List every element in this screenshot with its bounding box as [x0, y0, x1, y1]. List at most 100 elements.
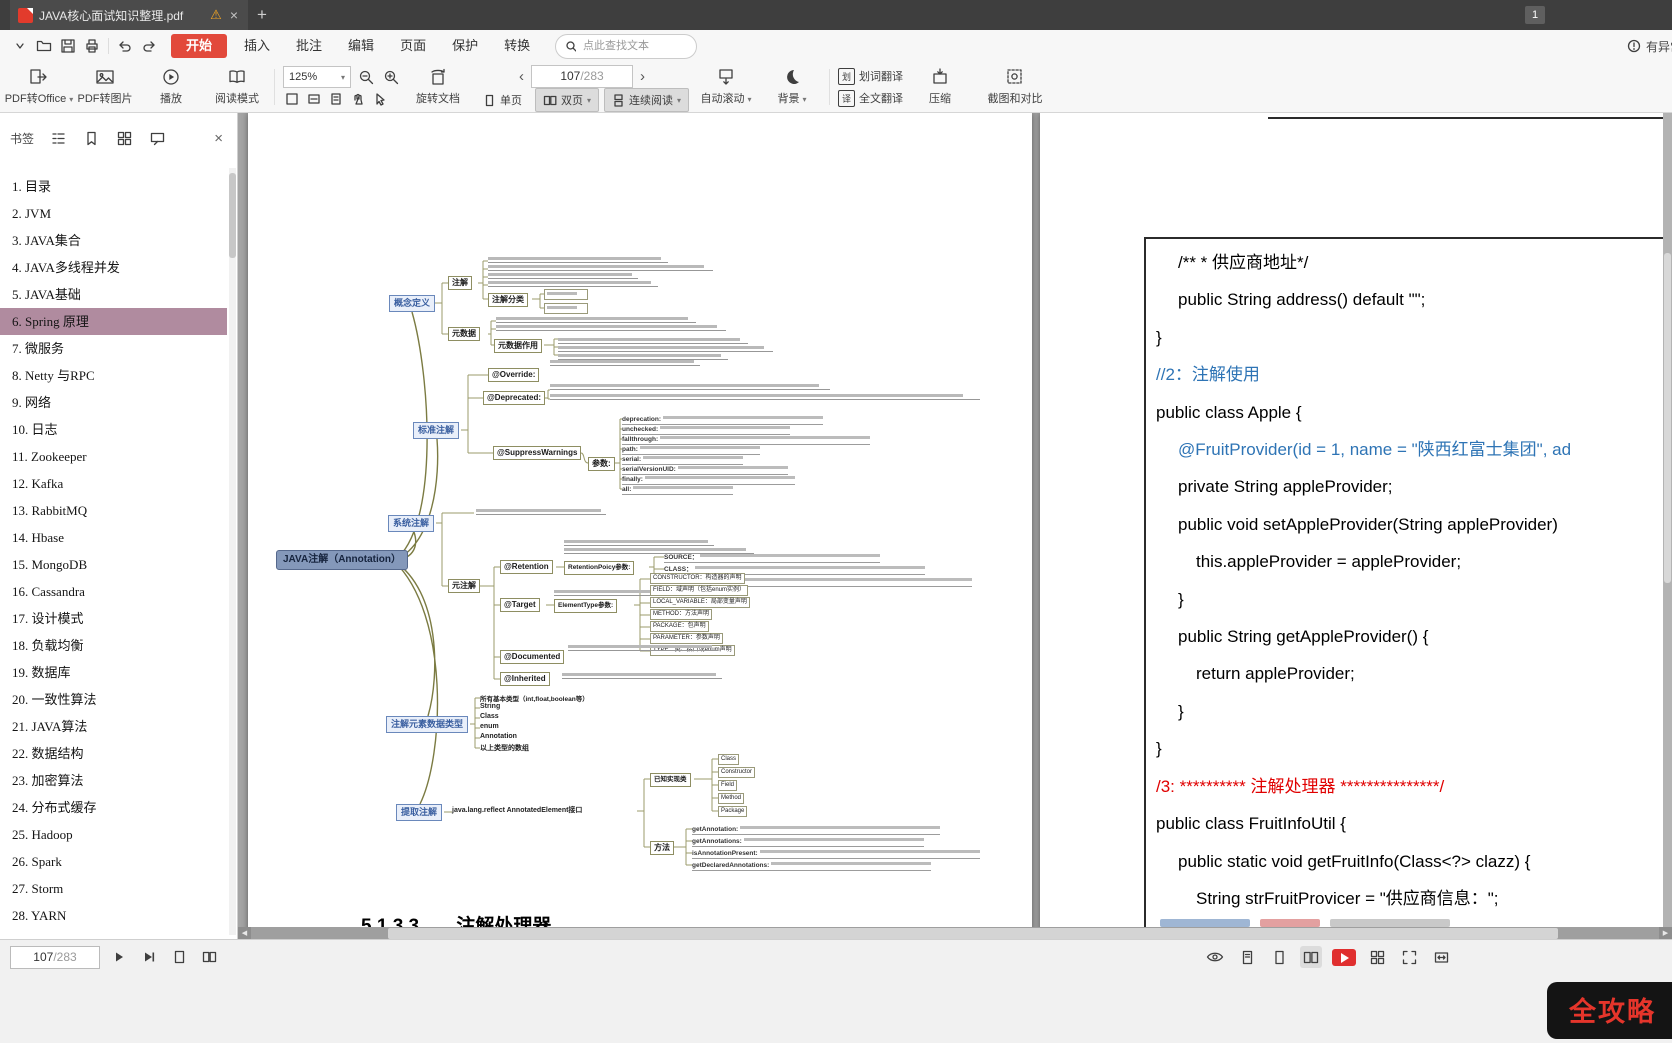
search-box[interactable] [555, 34, 697, 59]
screenshot-compare-button[interactable]: 截图和对比 [973, 62, 1057, 112]
eye-protect-icon[interactable] [1204, 946, 1226, 968]
bookmark-item[interactable]: 25. Hadoop [0, 821, 227, 848]
tab-close-icon[interactable]: × [228, 7, 240, 23]
status-page-input[interactable]: 107/283 [10, 946, 100, 969]
play-slideshow-button[interactable]: 播放 [138, 62, 204, 112]
bookmark-item[interactable]: 16. Cassandra [0, 578, 227, 605]
open-folder-icon[interactable] [32, 34, 56, 58]
full-translate-button[interactable]: 译全文翻译 [838, 88, 903, 108]
bookmark-item-selected[interactable]: 6. Spring 原理 [0, 308, 227, 335]
zoom-select[interactable]: 125%▾ [283, 66, 351, 88]
single-page-view-icon[interactable] [1268, 946, 1290, 968]
save-icon[interactable] [56, 34, 80, 58]
read-mode-button[interactable]: 阅读模式 [204, 62, 270, 112]
page-thumbnail-icon[interactable] [168, 946, 190, 968]
next-page-icon[interactable]: › [640, 69, 645, 85]
menu-tab-convert[interactable]: 转换 [491, 30, 543, 62]
thumbnail-grid-icon[interactable] [1366, 946, 1388, 968]
menu-tab-protect[interactable]: 保护 [439, 30, 491, 62]
bookmark-item[interactable]: 26. Spark [0, 848, 227, 875]
double-page-button[interactable]: 双页 ▾ [535, 88, 599, 112]
double-page-view-icon[interactable] [1300, 946, 1322, 968]
hand-tool-icon[interactable] [349, 91, 366, 108]
single-page-icon [483, 94, 496, 107]
thumbnail-panel-icon[interactable] [116, 130, 133, 147]
outline-panel-icon[interactable] [50, 130, 67, 147]
next-page-icon[interactable] [108, 946, 130, 968]
vertical-scrollbar-thumb[interactable] [1664, 253, 1671, 583]
bookmark-item[interactable]: 14. Hbase [0, 524, 227, 551]
sidebar-scrollbar[interactable] [229, 168, 236, 935]
bookmark-item[interactable]: 13. RabbitMQ [0, 497, 227, 524]
search-input[interactable] [581, 39, 687, 53]
pdf-to-office-button[interactable]: PDF转Office ▾ [6, 62, 72, 112]
rotate-document-button[interactable]: 旋转文档 [405, 62, 471, 112]
mindmap-node: 元数据 [448, 327, 480, 341]
bookmark-item[interactable]: 24. 分布式缓存 [0, 794, 227, 821]
bookmark-item[interactable]: 9. 网络 [0, 389, 227, 416]
bookmark-item[interactable]: 2. JVM [0, 200, 227, 227]
bookmark-item[interactable]: 11. Zookeeper [0, 443, 227, 470]
fullscreen-icon[interactable] [1398, 946, 1420, 968]
fit-page-icon[interactable] [1236, 946, 1258, 968]
new-tab-button[interactable]: + [248, 5, 276, 25]
bookmark-item[interactable]: 3. JAVA集合 [0, 227, 227, 254]
close-panel-icon[interactable]: × [214, 130, 227, 147]
annotation-panel-icon[interactable] [149, 130, 166, 147]
video-play-button[interactable] [1332, 949, 1356, 966]
menu-tab-page[interactable]: 页面 [387, 30, 439, 62]
thumbnail-view-icon[interactable] [283, 91, 300, 108]
print-icon[interactable] [80, 34, 104, 58]
word-translate-button[interactable]: 划划词翻译 [838, 66, 903, 86]
select-tool-icon[interactable] [371, 91, 388, 108]
menu-tab-comment[interactable]: 批注 [283, 30, 335, 62]
single-page-button[interactable]: 单页 [475, 88, 530, 112]
bookmark-item[interactable]: 12. Kafka [0, 470, 227, 497]
pdf-to-image-button[interactable]: PDF转图片 [72, 62, 138, 112]
bookmark-item[interactable]: 17. 设计模式 [0, 605, 227, 632]
window-count-badge[interactable]: 1 [1525, 6, 1545, 24]
bookmark-item[interactable]: 23. 加密算法 [0, 767, 227, 794]
page-layout-icon[interactable] [198, 946, 220, 968]
horizontal-scrollbar-thumb[interactable] [388, 928, 1558, 939]
compress-button[interactable]: 压缩 [907, 62, 973, 112]
fit-page-icon[interactable] [327, 91, 344, 108]
background-button[interactable]: 背景 ▾ [759, 62, 825, 112]
bookmark-item[interactable]: 15. MongoDB [0, 551, 227, 578]
bookmark-item[interactable]: 20. 一致性算法 [0, 686, 227, 713]
zoom-out-icon[interactable] [356, 67, 376, 87]
redo-icon[interactable] [137, 34, 161, 58]
sidebar-scrollbar-thumb[interactable] [229, 173, 236, 258]
bookmark-item[interactable]: 7. 微服务 [0, 335, 227, 362]
bookmark-item[interactable]: 1. 目录 [0, 173, 227, 200]
menu-tab-insert[interactable]: 插入 [231, 30, 283, 62]
bookmark-item[interactable]: 18. 负载均衡 [0, 632, 227, 659]
continuous-read-button[interactable]: 连续阅读 ▾ [604, 88, 689, 112]
bookmark-item[interactable]: 4. JAVA多线程并发 [0, 254, 227, 281]
clipped-text-line [1160, 919, 1450, 927]
auto-scroll-button[interactable]: 自动滚动 ▾ [693, 62, 759, 112]
previous-page-icon[interactable]: ‹ [519, 69, 524, 85]
bookmark-item[interactable]: 5. JAVA基础 [0, 281, 227, 308]
bookmark-item[interactable]: 28. YARN [0, 902, 227, 929]
bookmark-item[interactable]: 21. JAVA算法 [0, 713, 227, 740]
bookmark-item[interactable]: 8. Netty 与RPC [0, 362, 227, 389]
feedback-button[interactable]: 有异常 [1626, 38, 1672, 55]
bookmark-item[interactable]: 27. Storm [0, 875, 227, 902]
bookmark-item[interactable]: 22. 数据结构 [0, 740, 227, 767]
vertical-scrollbar[interactable] [1663, 113, 1672, 927]
zoom-in-icon[interactable] [381, 67, 401, 87]
undo-icon[interactable] [113, 34, 137, 58]
mindmap-node: 参数: [588, 457, 615, 471]
fit-width-icon[interactable] [305, 91, 322, 108]
collapse-toolbar-icon[interactable] [8, 34, 32, 58]
menu-tab-start[interactable]: 开始 [171, 34, 227, 58]
document-tab[interactable]: JAVA核心面试知识整理.pdf ⚠ × [10, 0, 248, 30]
last-page-icon[interactable] [138, 946, 160, 968]
page-number-input[interactable]: 107/283 [531, 65, 633, 88]
fit-width-icon[interactable] [1430, 946, 1452, 968]
bookmark-item[interactable]: 10. 日志 [0, 416, 227, 443]
bookmark-item[interactable]: 19. 数据库 [0, 659, 227, 686]
menu-tab-edit[interactable]: 编辑 [335, 30, 387, 62]
bookmark-panel-icon[interactable] [83, 130, 100, 147]
